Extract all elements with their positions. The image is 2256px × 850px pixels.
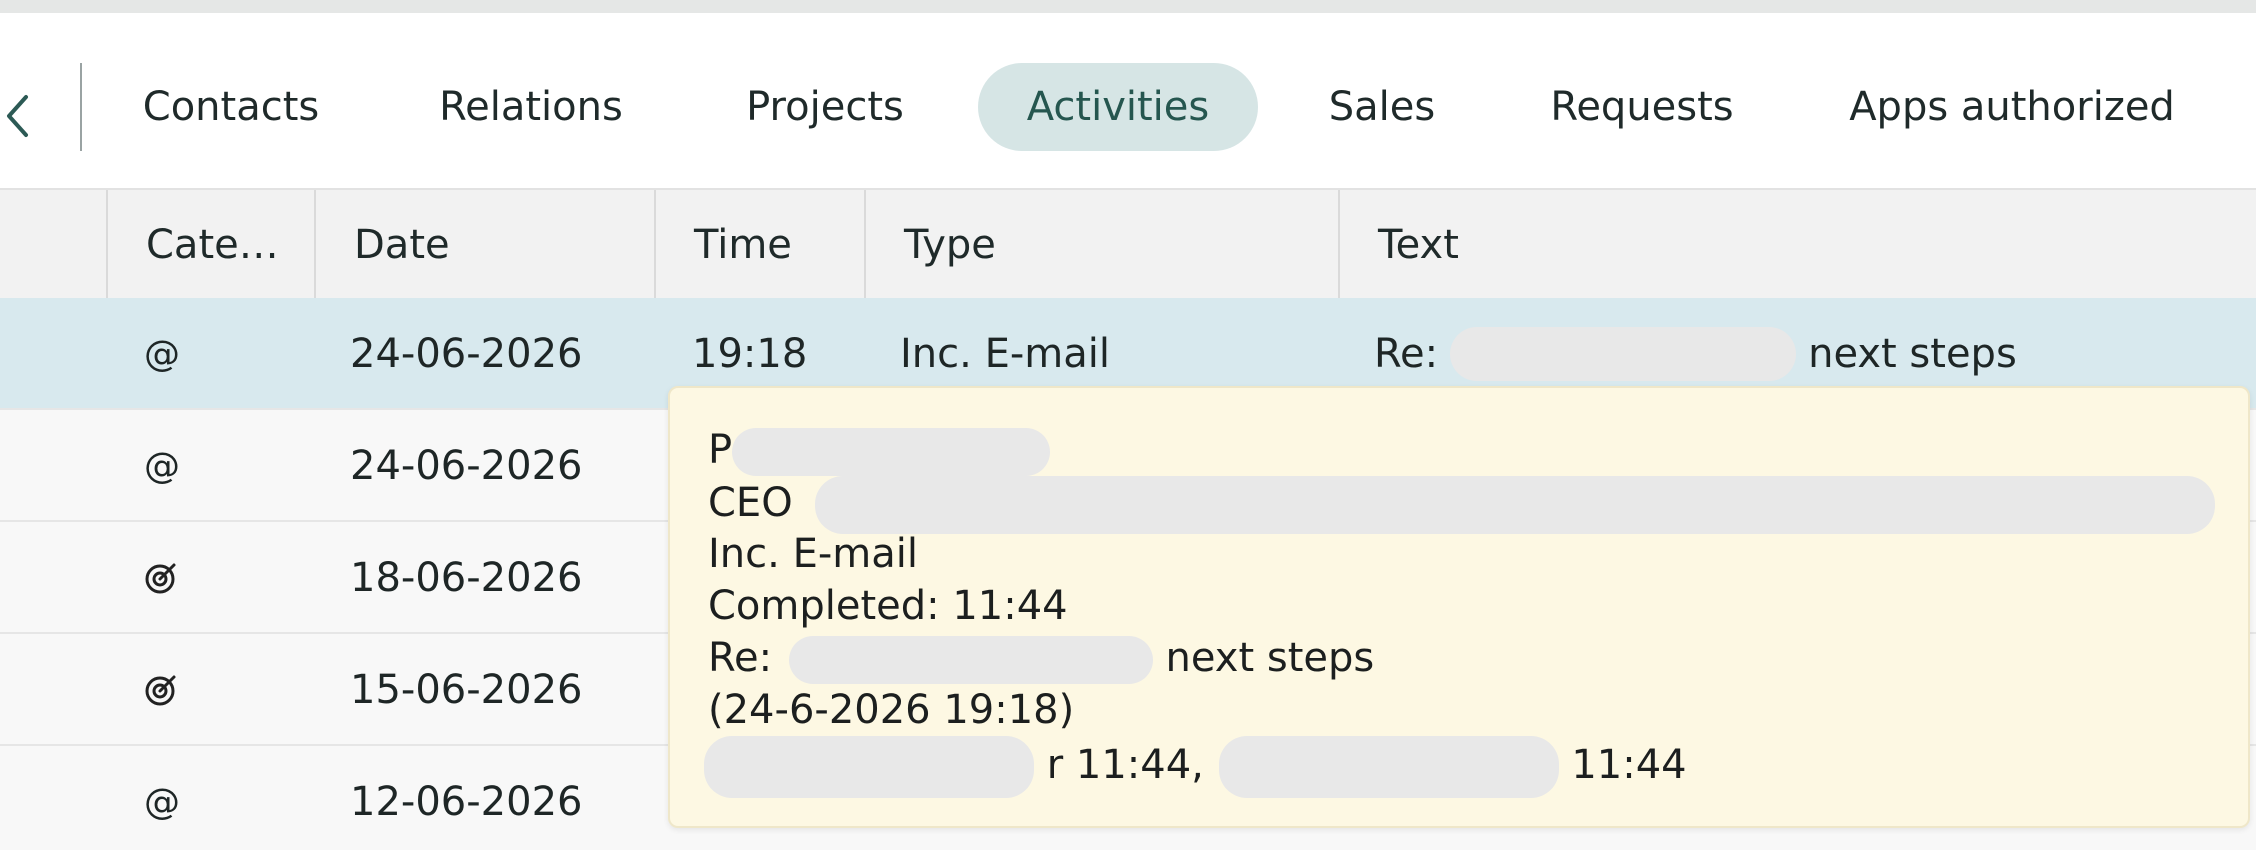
tooltip-log: r 11:44, 11:44 bbox=[704, 736, 1687, 798]
tooltip-log-part2: 11:44 bbox=[1571, 742, 1687, 788]
tooltip-subject-suffix: next steps bbox=[1165, 635, 1375, 681]
date-cell: 24-06-2026 bbox=[350, 331, 583, 377]
text-suffix: next steps bbox=[1808, 331, 2017, 377]
date-cell: 15-06-2026 bbox=[350, 667, 583, 713]
tooltip-role: CEO bbox=[708, 476, 2216, 534]
column-header-text[interactable]: Text bbox=[1338, 190, 2256, 300]
top-strip bbox=[0, 0, 2256, 13]
redacted-block bbox=[788, 636, 1153, 684]
at-icon: @ bbox=[144, 445, 180, 487]
tooltip-log-part1: r 11:44, bbox=[1046, 742, 1204, 788]
column-header-time[interactable]: Time bbox=[654, 190, 866, 300]
column-header-category[interactable]: Cate… bbox=[106, 190, 316, 300]
tooltip-subject: Re: next steps bbox=[708, 632, 1374, 684]
tab-divider bbox=[80, 63, 82, 151]
chevron-left-icon bbox=[4, 93, 30, 143]
target-icon bbox=[144, 634, 178, 746]
column-header-date[interactable]: Date bbox=[314, 190, 656, 300]
tooltip-name: P bbox=[708, 424, 1051, 476]
tooltip-datetime: (24-6-2026 19:18) bbox=[708, 687, 1075, 733]
tooltip-completed: Completed: 11:44 bbox=[708, 583, 1068, 629]
tab-bar: Contacts Relations Projects Activities S… bbox=[0, 13, 2256, 188]
tab-requests[interactable]: Requests bbox=[1530, 63, 1754, 151]
tab-activities[interactable]: Activities bbox=[978, 63, 1258, 151]
redacted-block bbox=[1218, 736, 1559, 798]
activity-tooltip: P CEO Inc. E-mail Completed: 11:44 Re: n… bbox=[668, 386, 2250, 828]
tooltip-type: Inc. E-mail bbox=[708, 531, 918, 577]
text-prefix: Re: bbox=[1374, 331, 1439, 377]
redacted-block bbox=[1450, 327, 1797, 381]
tab-projects[interactable]: Projects bbox=[722, 63, 928, 151]
tooltip-subject-prefix: Re: bbox=[708, 635, 773, 681]
tooltip-name-prefix: P bbox=[708, 427, 733, 473]
at-icon: @ bbox=[144, 333, 180, 375]
tooltip-role-prefix: CEO bbox=[708, 480, 793, 526]
redacted-block bbox=[704, 736, 1034, 798]
back-button[interactable] bbox=[0, 83, 34, 153]
at-icon: @ bbox=[144, 781, 180, 823]
redacted-block bbox=[732, 428, 1051, 476]
tab-apps-authorized[interactable]: Apps authorized bbox=[1842, 63, 2182, 151]
column-header-type[interactable]: Type bbox=[864, 190, 1340, 300]
redacted-block bbox=[815, 476, 2216, 534]
date-cell: 24-06-2026 bbox=[350, 443, 583, 489]
tab-relations[interactable]: Relations bbox=[420, 63, 642, 151]
target-icon bbox=[144, 522, 178, 634]
tab-sales[interactable]: Sales bbox=[1308, 63, 1456, 151]
date-cell: 12-06-2026 bbox=[350, 779, 583, 825]
table-header: Cate… Date Time Type Text bbox=[0, 188, 2256, 300]
tab-contacts[interactable]: Contacts bbox=[120, 63, 342, 151]
date-cell: 18-06-2026 bbox=[350, 555, 583, 601]
